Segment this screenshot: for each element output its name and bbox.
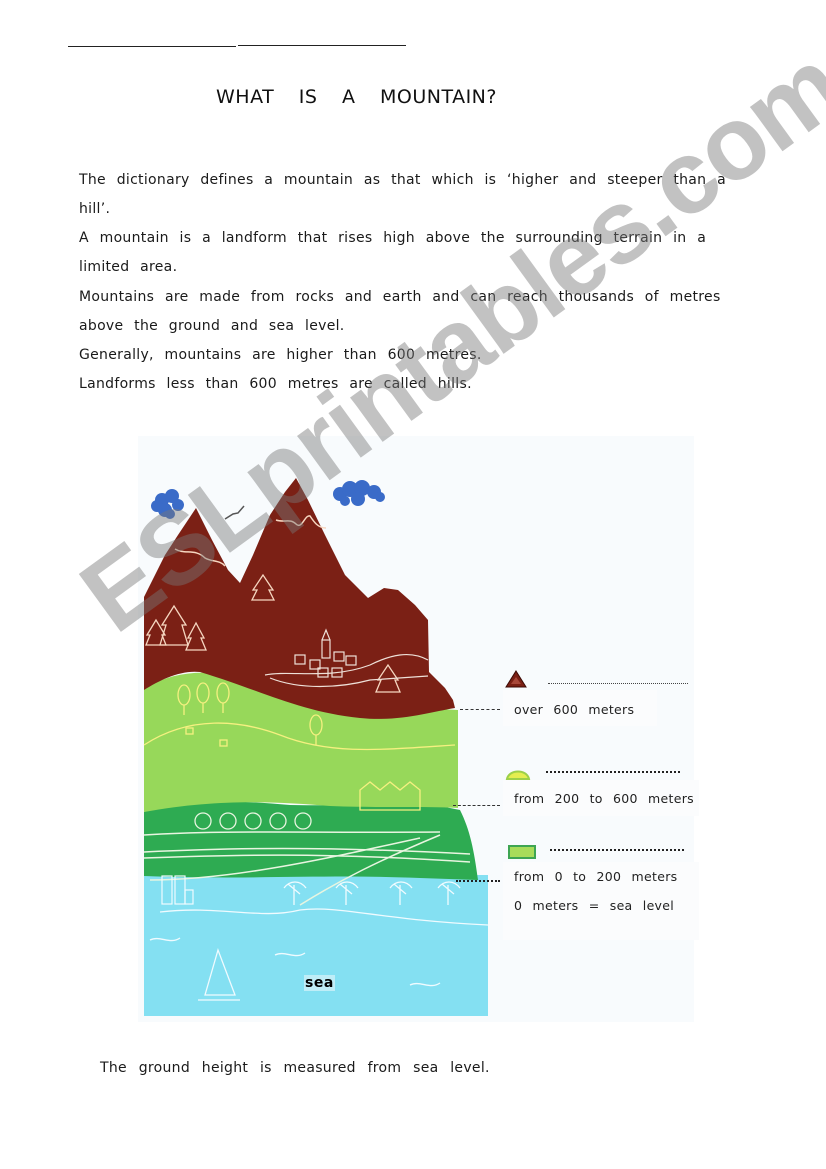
leader-line [456, 880, 500, 882]
answer-blank-mountain[interactable] [548, 683, 688, 684]
leader-line [460, 709, 500, 710]
legend-label-plain: from 0 to 200 meters [514, 869, 678, 884]
landform-scene [143, 478, 489, 1016]
legend-label-hill: from 200 to 600 meters [514, 791, 694, 806]
legend-label-mountain: over 600 meters [514, 702, 635, 717]
sea-label: sea [304, 975, 335, 991]
footer-sentence: The ground height is measured from sea l… [100, 1060, 490, 1076]
legend-note-sea-level: 0 meters = sea level [514, 898, 675, 913]
mountain-triangle-icon [505, 670, 527, 688]
cloud-icon [333, 480, 385, 506]
bird-icon [224, 505, 245, 520]
leader-line [453, 805, 500, 806]
plain-rectangle-icon [508, 845, 536, 859]
cloud-icon [151, 489, 184, 519]
hill-dome-icon [505, 770, 531, 780]
answer-blank-hill[interactable] [546, 771, 680, 773]
answer-blank-plain[interactable] [550, 849, 684, 851]
